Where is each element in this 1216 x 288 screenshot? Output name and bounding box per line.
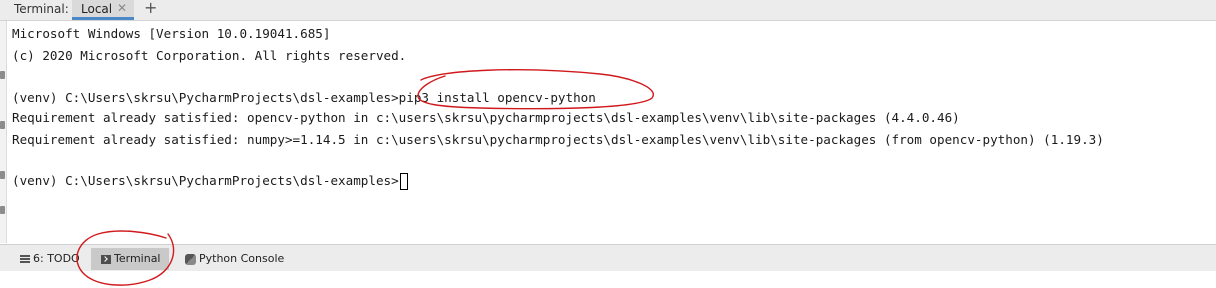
side-tool-icon[interactable]: [0, 171, 5, 179]
terminal-line: (c) 2020 Microsoft Corporation. All righ…: [12, 48, 407, 63]
terminal-label: Terminal: [114, 252, 161, 265]
terminal-prompt-line[interactable]: (venv) C:\Users\skrsu\PycharmProjects\ds…: [12, 172, 408, 190]
terminal-line: Microsoft Windows [Version 10.0.19041.68…: [12, 26, 331, 41]
python-console-tool-button[interactable]: Python Console: [185, 248, 284, 270]
terminal-output[interactable]: Microsoft Windows [Version 10.0.19041.68…: [12, 22, 1212, 242]
terminal-tool-button[interactable]: Terminal: [91, 248, 169, 270]
tab-local-label: Local: [81, 2, 113, 16]
terminal-title: Terminal:: [14, 2, 69, 16]
todo-tool-button[interactable]: 6: TODO: [20, 248, 80, 270]
python-icon: [185, 253, 196, 265]
left-tool-strip: [0, 21, 7, 243]
terminal-line: Requirement already satisfied: opencv-py…: [12, 110, 960, 125]
side-tool-icon[interactable]: [0, 206, 5, 214]
python-console-label: Python Console: [199, 252, 285, 265]
todo-label: 6: TODO: [33, 252, 80, 265]
add-tab-icon[interactable]: +: [144, 0, 157, 17]
terminal-icon: [101, 254, 111, 264]
terminal-command-line: (venv) C:\Users\skrsu\PycharmProjects\ds…: [12, 90, 596, 105]
terminal-tab-bar: Terminal: Local ✕ +: [0, 0, 1216, 21]
side-tool-icon[interactable]: [0, 71, 5, 79]
tab-local[interactable]: Local ✕: [72, 0, 134, 20]
bottom-tool-window-bar: 6: TODO Terminal Python Console: [0, 244, 1216, 271]
text-cursor: [399, 173, 408, 190]
side-tool-icon[interactable]: [0, 121, 5, 129]
close-icon[interactable]: ✕: [117, 1, 127, 15]
list-icon: [20, 255, 30, 263]
status-strip: [0, 271, 1216, 288]
terminal-line: Requirement already satisfied: numpy>=1.…: [12, 132, 1104, 147]
terminal-prompt: (venv) C:\Users\skrsu\PycharmProjects\ds…: [12, 173, 399, 188]
